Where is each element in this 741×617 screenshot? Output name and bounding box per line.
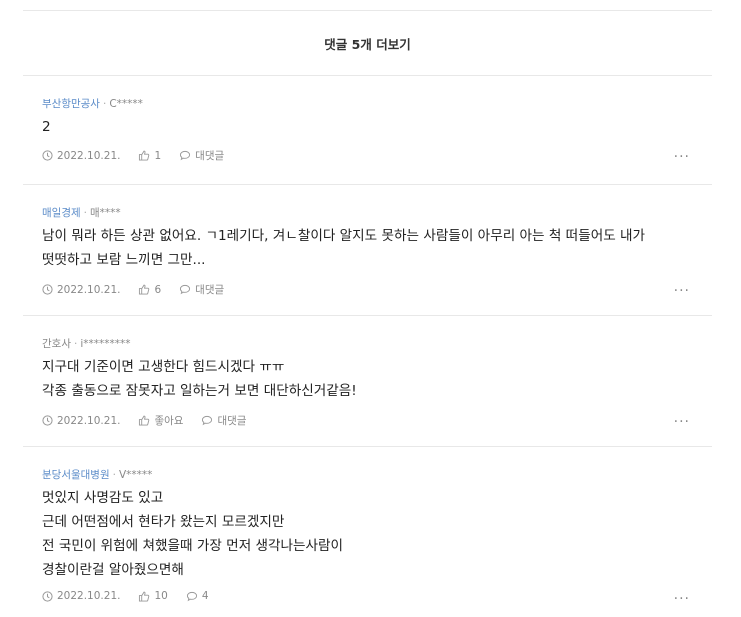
more-options-icon[interactable]: ··· [674, 150, 690, 164]
thumbs-up-icon [139, 284, 150, 295]
comment-date: 2022.10.21. [42, 150, 120, 162]
reply-button[interactable]: 대댓글 [179, 282, 224, 297]
comment-item: 간호사 · i********* 지구대 기준이면 고생한다 힘드시겠다 ㅠㅠ 각종… [23, 316, 712, 447]
comment-footer: 2022.10.21. 10 4 [42, 590, 227, 602]
reply-button[interactable]: 4 [186, 590, 209, 602]
clock-icon [42, 284, 53, 295]
like-button[interactable]: 6 [138, 284, 161, 296]
comment-user: 매**** [89, 207, 121, 219]
more-comments-button[interactable]: 댓글 5개 더보기 [23, 10, 712, 76]
thumbs-up-icon [139, 591, 150, 602]
comment-user: V***** [118, 469, 153, 481]
reply-button[interactable]: 대댓글 [201, 413, 246, 428]
speech-bubble-icon [202, 415, 213, 426]
comment-user: C***** [109, 98, 143, 110]
comment-author[interactable]: 매일경제 [42, 207, 81, 219]
comment-item: 부산항만공사 · C***** 2 2022.10.21. 1 대댓글 ··· [23, 76, 712, 185]
comment-author[interactable]: 간호사 [42, 338, 71, 350]
comment-text: 지구대 기준이면 고생한다 힘드시겠다 ㅠㅠ 각종 출동으로 잠못자고 일하는거… [42, 359, 357, 399]
thumbs-up-icon [139, 415, 150, 426]
comment-meta: 분당서울대병원 · V***** [42, 469, 153, 481]
comment-section: 댓글 5개 더보기 부산항만공사 · C***** 2 2022.10.21. 1 … [23, 0, 712, 617]
clock-icon [42, 590, 53, 602]
thumbs-up-icon [139, 150, 150, 161]
comment-footer: 2022.10.21. 1 대댓글 [42, 148, 242, 163]
comment-item: 분당서울대병원 · V***** 멋있지 사명감도 있고 근데 어떤점에서 현타가 … [23, 447, 712, 617]
comment-footer: 2022.10.21. 좋아요 대댓글 [42, 413, 264, 428]
speech-bubble-icon [180, 284, 191, 295]
more-options-icon[interactable]: ··· [674, 592, 690, 606]
comment-text: 멋있지 사명감도 있고 근데 어떤점에서 현타가 왔는지 모르겠지만 전 국민이… [42, 490, 344, 578]
reply-button[interactable]: 대댓글 [179, 148, 224, 163]
comment-date: 2022.10.21. [42, 415, 120, 427]
comment-meta: 부산항만공사 · C***** [42, 98, 143, 110]
comment-date: 2022.10.21. [42, 590, 120, 602]
like-button[interactable]: 1 [138, 150, 161, 162]
speech-bubble-icon [180, 150, 191, 161]
comment-author[interactable]: 부산항만공사 [42, 98, 100, 110]
like-button[interactable]: 10 [138, 590, 168, 602]
comment-meta: 매일경제 · 매**** [42, 207, 121, 219]
comment-footer: 2022.10.21. 6 대댓글 [42, 282, 242, 297]
comment-meta: 간호사 · i********* [42, 338, 131, 350]
comment-text: 남이 뭐라 하든 상관 없어요. ㄱ1레기다, 겨ㄴ찰이다 알지도 못하는 사람… [42, 228, 646, 268]
clock-icon [42, 415, 53, 426]
comment-text: 2 [42, 119, 51, 135]
more-options-icon[interactable]: ··· [674, 284, 690, 298]
more-options-icon[interactable]: ··· [674, 415, 690, 429]
like-button[interactable]: 좋아요 [138, 413, 183, 428]
clock-icon [42, 150, 53, 161]
comment-date: 2022.10.21. [42, 284, 120, 296]
comment-item: 매일경제 · 매**** 남이 뭐라 하든 상관 없어요. ㄱ1레기다, 겨ㄴ찰이다… [23, 185, 712, 316]
speech-bubble-icon [186, 591, 197, 601]
comment-user: i********* [80, 338, 131, 350]
comment-author[interactable]: 분당서울대병원 [42, 469, 110, 481]
